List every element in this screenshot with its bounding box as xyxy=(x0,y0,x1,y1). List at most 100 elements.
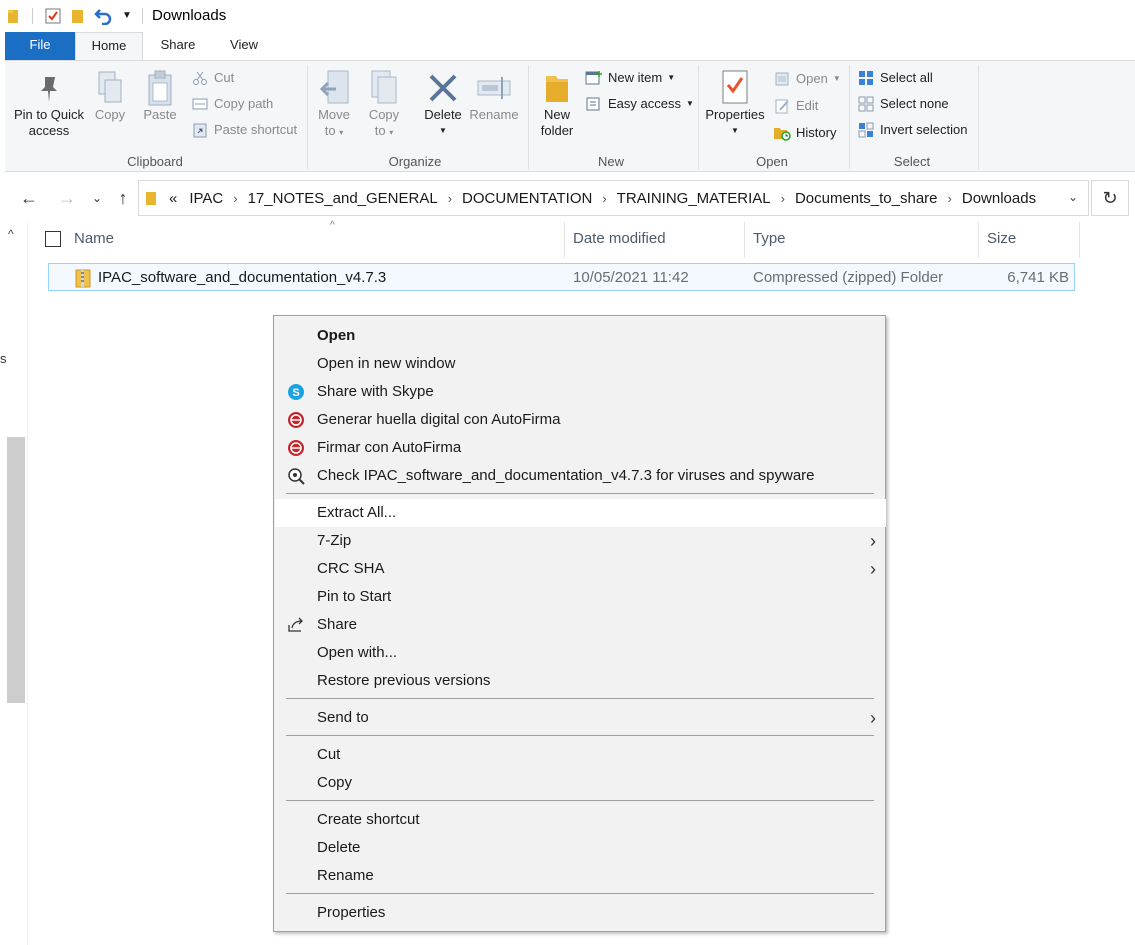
cut-button[interactable]: Cut xyxy=(191,67,234,89)
properties-button[interactable]: Properties ▼ xyxy=(703,69,767,139)
select-none-icon xyxy=(857,95,875,113)
new-folder-button[interactable]: New folder xyxy=(535,69,579,139)
menu-item-restore-previous-versions[interactable]: Restore previous versions xyxy=(275,667,886,695)
menu-item-send-to[interactable]: Send to › xyxy=(275,704,886,732)
breadcrumb-separator-icon[interactable]: › xyxy=(602,191,606,206)
window-title: Downloads xyxy=(152,7,227,24)
pin-to-quick-access-button[interactable]: Pin to Quick access xyxy=(9,71,89,139)
tab-home[interactable]: Home xyxy=(75,32,143,61)
share-icon xyxy=(287,616,305,634)
file-list-header: ^ Name Date modified Type Size xyxy=(30,220,1080,258)
properties-check-icon[interactable] xyxy=(44,7,62,28)
menu-item-7zip[interactable]: 7-Zip › xyxy=(275,527,886,555)
menu-item-delete[interactable]: Delete xyxy=(275,834,886,862)
paste-button[interactable]: Paste xyxy=(139,69,181,123)
select-none-button[interactable]: Select none xyxy=(857,93,949,115)
edit-button[interactable]: Edit xyxy=(773,95,818,117)
breadcrumb-separator-icon[interactable]: › xyxy=(948,191,952,206)
recent-locations-chevron-icon[interactable]: ⌄ xyxy=(86,186,108,210)
breadcrumb-separator-icon[interactable]: › xyxy=(781,191,785,206)
copy-button[interactable]: Copy xyxy=(89,69,131,123)
column-header-size[interactable]: Size xyxy=(979,222,1080,258)
address-dropdown-chevron-icon[interactable]: ⌄ xyxy=(1068,190,1078,204)
menu-item-virus-scan[interactable]: Check IPAC_software_and_documentation_v4… xyxy=(275,462,886,490)
copy-icon xyxy=(89,69,131,107)
refresh-icon[interactable]: ↻ xyxy=(1091,180,1129,216)
paste-shortcut-button[interactable]: Paste shortcut xyxy=(191,119,297,141)
navigation-pane-scrollbar-thumb[interactable] xyxy=(7,437,25,703)
tab-share[interactable]: Share xyxy=(148,32,208,60)
easy-access-button[interactable]: Easy access ▼ xyxy=(585,93,694,115)
menu-item-copy[interactable]: Copy xyxy=(275,769,886,797)
menu-item-properties[interactable]: Properties xyxy=(275,899,886,927)
column-header-type[interactable]: Type xyxy=(745,222,979,258)
breadcrumb-separator-icon[interactable]: › xyxy=(233,191,237,206)
navigation-bar: ← → ⌄ ↑ « IPAC › 17_NOTES_and_GENERAL › … xyxy=(0,178,1135,218)
copy-to-button[interactable]: Copy to ▾ xyxy=(363,69,405,141)
select-all-button[interactable]: Select all xyxy=(857,67,933,89)
new-item-icon xyxy=(585,69,603,87)
file-date-modified: 10/05/2021 11:42 xyxy=(573,269,689,286)
undo-icon[interactable] xyxy=(94,7,114,28)
breadcrumb-ipac[interactable]: IPAC xyxy=(189,190,223,207)
navigation-pane-text-fragment: s xyxy=(0,351,7,366)
folder-icon xyxy=(145,190,159,206)
select-all-checkbox[interactable] xyxy=(45,231,61,247)
rename-button[interactable]: Rename xyxy=(467,69,521,123)
menu-item-crc-sha[interactable]: CRC SHA › xyxy=(275,555,886,583)
menu-item-pin-to-start[interactable]: Pin to Start xyxy=(275,583,886,611)
up-arrow-icon[interactable]: ↑ xyxy=(112,186,134,210)
copy-path-button[interactable]: Copy path xyxy=(191,93,273,115)
menu-item-open-in-new-window[interactable]: Open in new window xyxy=(275,350,886,378)
navigation-pane[interactable]: ^ xyxy=(0,222,28,945)
breadcrumb-documents-to-share[interactable]: Documents_to_share xyxy=(795,190,938,207)
folder-icon[interactable] xyxy=(6,7,22,28)
breadcrumb-downloads[interactable]: Downloads xyxy=(962,190,1036,207)
submenu-chevron-icon: › xyxy=(870,708,876,728)
back-arrow-icon[interactable]: ← xyxy=(18,186,40,210)
breadcrumb-separator-icon[interactable]: › xyxy=(448,191,452,206)
menu-item-create-shortcut[interactable]: Create shortcut xyxy=(275,806,886,834)
ribbon-tabs: File Home Share View xyxy=(0,32,1135,61)
menu-item-share-with-skype[interactable]: S Share with Skype xyxy=(275,378,886,406)
column-header-name[interactable]: Name xyxy=(66,222,565,258)
history-button[interactable]: History xyxy=(773,122,836,144)
copy-to-icon xyxy=(363,69,405,107)
menu-item-cut[interactable]: Cut xyxy=(275,741,886,769)
move-to-button[interactable]: Move to ▾ xyxy=(313,69,355,141)
paste-shortcut-icon xyxy=(191,121,209,139)
new-folder-icon[interactable] xyxy=(70,7,86,28)
menu-item-firmar-autofirma[interactable]: Firmar con AutoFirma xyxy=(275,434,886,462)
file-name[interactable]: IPAC_software_and_documentation_v4.7.3 xyxy=(98,269,386,286)
edit-icon xyxy=(773,97,791,115)
new-item-button[interactable]: New item ▼ xyxy=(585,67,675,89)
tab-view[interactable]: View xyxy=(215,32,273,60)
properties-icon xyxy=(703,69,767,107)
breadcrumb-documentation[interactable]: DOCUMENTATION xyxy=(462,190,592,207)
breadcrumb-overflow[interactable]: « xyxy=(169,190,177,207)
group-label-clipboard: Clipboard xyxy=(127,154,183,169)
menu-item-generar-huella[interactable]: Generar huella digital con AutoFirma xyxy=(275,406,886,434)
menu-item-share[interactable]: Share xyxy=(275,611,886,639)
table-row[interactable]: IPAC_software_and_documentation_v4.7.3 1… xyxy=(48,263,1075,291)
menu-item-open[interactable]: Open xyxy=(275,322,886,350)
open-button[interactable]: Open ▼ xyxy=(773,68,841,90)
delete-button[interactable]: Delete ▼ xyxy=(419,69,467,139)
copy-path-icon xyxy=(191,95,209,113)
address-bar[interactable]: « IPAC › 17_NOTES_and_GENERAL › DOCUMENT… xyxy=(138,180,1089,216)
menu-item-open-with[interactable]: Open with... xyxy=(275,639,886,667)
menu-item-extract-all[interactable]: Extract All... xyxy=(275,499,886,527)
customize-dropdown-icon[interactable]: ▼ xyxy=(122,10,132,21)
move-to-icon xyxy=(313,69,355,107)
tab-file[interactable]: File xyxy=(5,32,75,60)
title-bar: ▼ Downloads xyxy=(0,0,1135,32)
forward-arrow-icon[interactable]: → xyxy=(56,186,78,210)
scroll-up-chevron-icon[interactable]: ^ xyxy=(8,227,14,241)
new-folder-icon xyxy=(535,69,579,107)
breadcrumb-training-material[interactable]: TRAINING_MATERIAL xyxy=(617,190,771,207)
invert-selection-button[interactable]: Invert selection xyxy=(857,119,967,141)
column-header-date[interactable]: Date modified xyxy=(565,222,745,258)
breadcrumb-notes[interactable]: 17_NOTES_and_GENERAL xyxy=(248,190,438,207)
scissors-icon xyxy=(191,69,209,87)
menu-item-rename[interactable]: Rename xyxy=(275,862,886,890)
